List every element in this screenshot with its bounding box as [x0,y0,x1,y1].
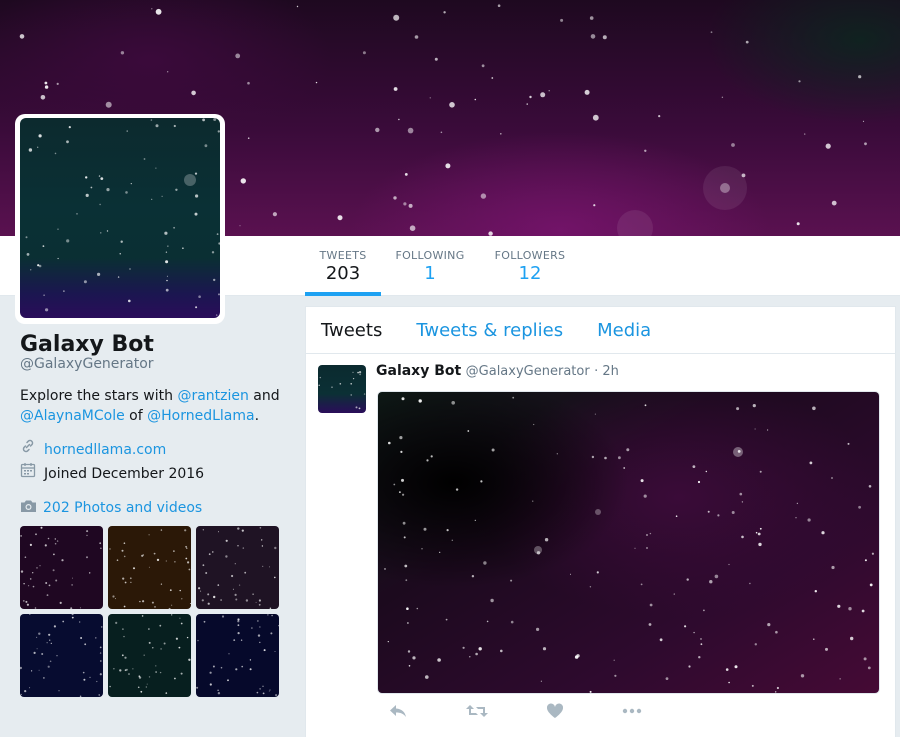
photos-videos-label: 202 Photos and videos [43,500,203,516]
bio-text: Explore the stars with [20,388,178,404]
tweet-author-name[interactable]: Galaxy Bot [376,363,461,379]
photos-videos-link[interactable]: 202 Photos and videos [20,499,202,517]
profile-card: Galaxy Bot @GalaxyGenerator Explore the … [20,330,290,486]
like-icon[interactable] [546,703,564,723]
tweet-timestamp[interactable]: · 2h [594,364,619,379]
stat-followers[interactable]: FOLLOWERS 12 [493,236,567,296]
photo-thumbnail[interactable] [20,614,103,697]
website-link[interactable]: hornedllama.com [44,439,166,462]
joined-row: Joined December 2016 [20,462,290,486]
stat-value: 203 [325,263,361,284]
photo-thumbnail[interactable] [108,614,191,697]
photo-thumbnail[interactable] [196,526,279,609]
photo-thumbnail[interactable] [20,526,103,609]
camera-icon [20,499,37,517]
calendar-icon [20,462,36,486]
link-icon [20,438,36,462]
stat-label: FOLLOWERS [494,249,566,262]
website-row: hornedllama.com [20,438,290,462]
tweet-image[interactable] [377,391,880,694]
avatar[interactable] [20,118,220,318]
more-icon[interactable] [622,703,642,723]
tab-media[interactable]: Media [597,320,651,341]
stat-following[interactable]: FOLLOWING 1 [393,236,467,296]
reply-icon[interactable] [388,703,408,723]
profile-meta: hornedllama.com Joined December 2016 [20,438,290,486]
avatar-starfield [25,118,220,316]
photo-thumbnail[interactable] [108,526,191,609]
tab-tweets[interactable]: Tweets [321,320,382,341]
stat-label: TWEETS [319,249,367,262]
stat-value: 1 [424,263,436,284]
tweet-image-starfield [378,392,879,693]
timeline: Tweets Tweets & replies Media Galaxy Bot… [305,306,896,737]
retweet-icon[interactable] [466,703,488,723]
photo-thumbnail[interactable] [196,614,279,697]
tweet-avatar[interactable] [318,365,366,413]
bio-mention-link[interactable]: @AlaynaMCole [20,408,125,424]
avatar-frame [15,114,225,324]
bio-text: . [254,408,260,424]
bio-mention-link[interactable]: @rantzien [177,388,248,404]
bio-text: of [124,408,148,424]
tweet-avatar-starfield [318,371,366,410]
joined-date: Joined December 2016 [44,465,205,482]
tweet-author-handle[interactable]: @GalaxyGenerator [466,364,590,379]
timeline-tabs: Tweets Tweets & replies Media [306,307,895,354]
tweet-actions [388,703,642,723]
bio-text: and [248,388,280,404]
profile-bio: Explore the stars with @rantzien and @Al… [20,386,290,426]
profile-handle[interactable]: @GalaxyGenerator [20,356,290,372]
tweet-header: Galaxy Bot @GalaxyGenerator · 2h [376,363,619,379]
stat-tweets[interactable]: TWEETS 203 [305,236,381,296]
stat-value: 12 [518,263,542,284]
stat-label: FOLLOWING [395,249,465,262]
tab-tweets-replies[interactable]: Tweets & replies [416,320,563,341]
bio-mention-link[interactable]: @HornedLlama [147,408,254,424]
